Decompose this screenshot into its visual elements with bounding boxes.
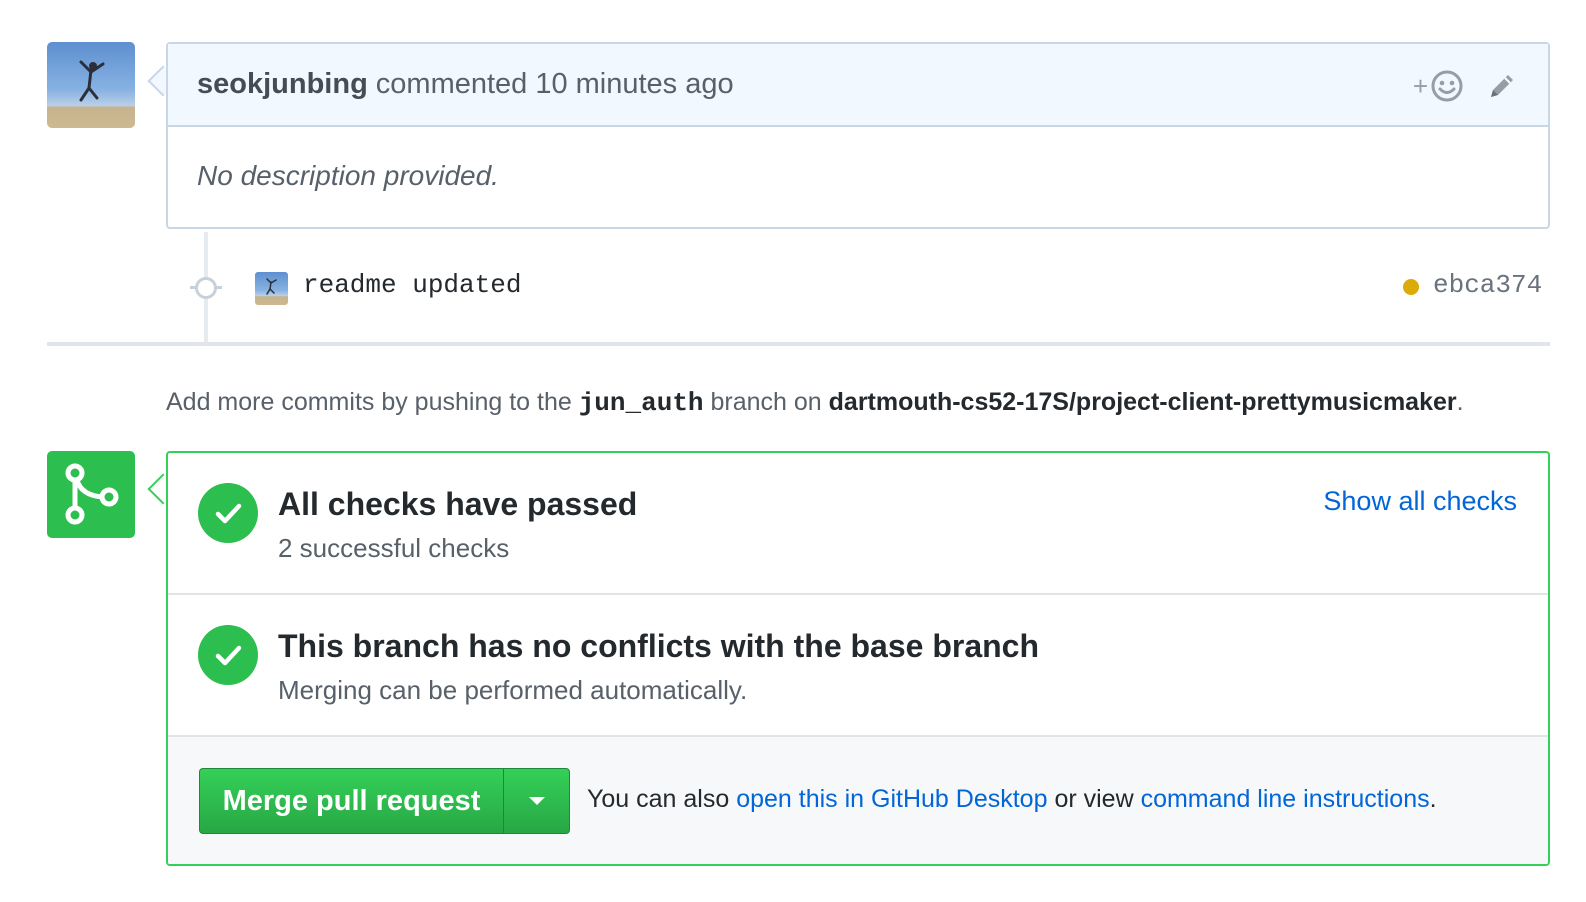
- check-icon: [215, 645, 242, 666]
- commit-sha-link[interactable]: ebca374: [1433, 270, 1542, 300]
- comment-header: seokjunbing commented 10 minutes ago: [168, 44, 1548, 127]
- conflicts-section: This branch has no conflicts with the ba…: [168, 595, 1548, 737]
- merge-pull-request-button[interactable]: Merge pull request: [200, 769, 504, 833]
- checks-subtitle: 2 successful checks: [278, 533, 510, 563]
- head-branch-name: jun_auth: [578, 388, 704, 418]
- add-reaction-button[interactable]: +: [1413, 68, 1464, 104]
- merge-note-prefix: You can also: [587, 785, 730, 813]
- commit-message-link[interactable]: readme updated: [303, 270, 521, 300]
- reaction-plus: +: [1412, 70, 1428, 101]
- push-hint-suffix: .: [1456, 388, 1464, 416]
- push-hint-middle: branch on: [710, 388, 822, 416]
- check-icon: [215, 503, 242, 524]
- comment-timestamp[interactable]: 10 minutes ago: [535, 68, 733, 101]
- pencil-icon: [1491, 75, 1513, 97]
- command-line-instructions-link[interactable]: command line instructions: [1141, 785, 1430, 813]
- merge-method-dropdown[interactable]: [504, 769, 569, 833]
- merge-status-badge: [47, 451, 135, 538]
- git-merge-icon: [65, 463, 119, 525]
- edit-comment-button[interactable]: [1486, 70, 1518, 102]
- checks-title: All checks have passed: [278, 486, 638, 522]
- checks-section: All checks have passed 2 successful chec…: [168, 453, 1548, 595]
- push-hint: Add more commits by pushing to the jun_a…: [166, 388, 1464, 418]
- commit-author-avatar[interactable]: [255, 272, 288, 305]
- conflicts-title: This branch has no conflicts with the ba…: [278, 628, 1040, 664]
- comment-card: seokjunbing commented 10 minutes ago + N…: [166, 42, 1550, 229]
- author-avatar[interactable]: [47, 42, 135, 128]
- git-commit-icon: [195, 277, 217, 299]
- comment-author[interactable]: seokjunbing: [197, 68, 368, 101]
- merge-note-suffix: .: [1429, 785, 1437, 813]
- show-all-checks-link[interactable]: Show all checks: [1323, 486, 1517, 517]
- merge-note-middle: or view: [1054, 785, 1134, 813]
- commit-status-pending-icon[interactable]: [1403, 279, 1419, 295]
- smiley-icon: [1431, 70, 1463, 102]
- merge-alternatives-note: You can also open this in GitHub Desktop…: [587, 785, 1437, 814]
- comment-body: No description provided.: [197, 160, 499, 191]
- merge-actions: Merge pull request You can also open thi…: [168, 737, 1548, 864]
- merge-box: All checks have passed 2 successful chec…: [166, 451, 1550, 866]
- push-hint-prefix: Add more commits by pushing to the: [166, 388, 572, 416]
- triangle-down-icon: [528, 797, 545, 805]
- no-conflicts-badge: [198, 625, 258, 685]
- checks-passed-badge: [198, 483, 258, 543]
- timeline-divider: [47, 342, 1550, 346]
- merge-button-group: Merge pull request: [199, 768, 570, 834]
- github-desktop-link[interactable]: open this in GitHub Desktop: [736, 785, 1047, 813]
- comment-action: commented: [375, 68, 528, 100]
- repository-name: dartmouth-cs52-17S/project-client-pretty…: [828, 388, 1457, 416]
- conflicts-subtitle: Merging can be performed automatically.: [278, 675, 748, 705]
